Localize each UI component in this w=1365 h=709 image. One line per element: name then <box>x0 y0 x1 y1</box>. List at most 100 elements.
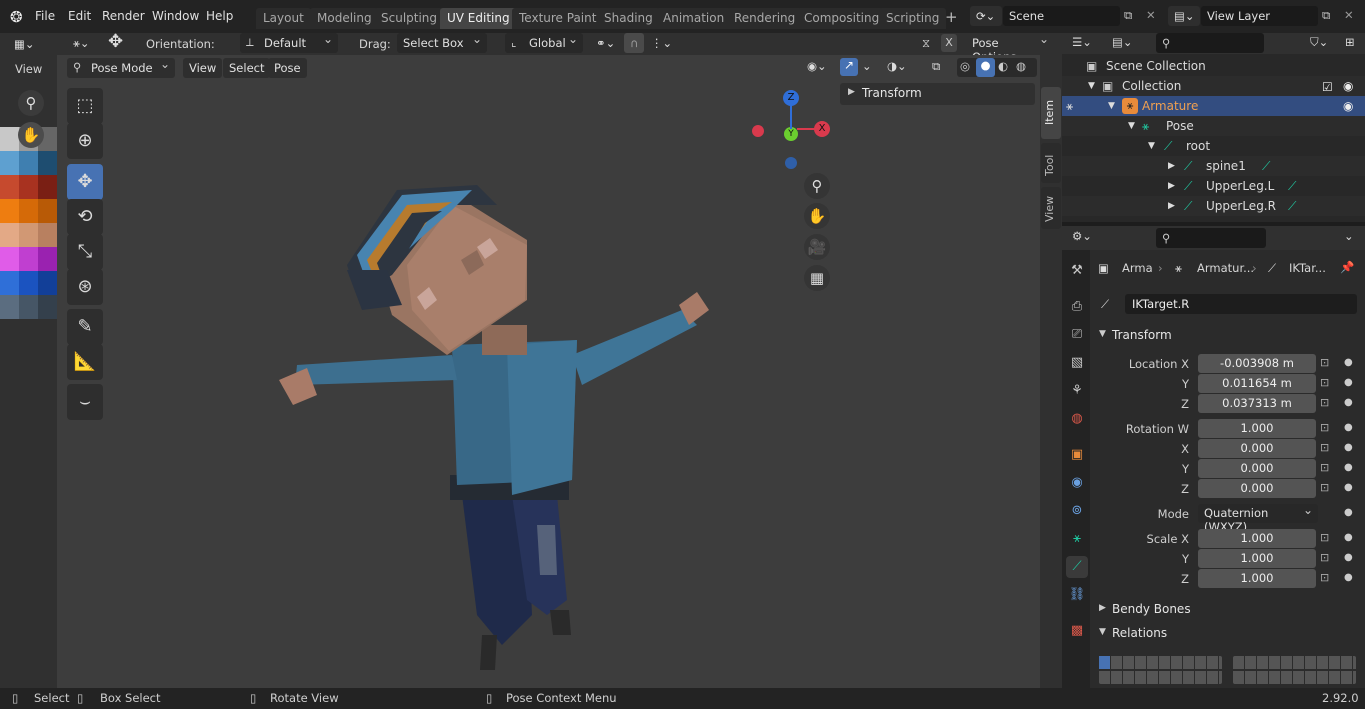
eye-icon[interactable]: ◉ <box>1343 96 1353 116</box>
object-properties-icon[interactable]: ▣ <box>1066 444 1088 466</box>
rotation-w-field[interactable]: 1.000 <box>1198 419 1316 438</box>
location-x-field[interactable]: -0.003908 m <box>1198 354 1316 373</box>
scale-y-field[interactable]: 1.000 <box>1198 549 1316 568</box>
gizmo-neg-x[interactable] <box>752 125 764 137</box>
lock-icon[interactable]: ⊡ <box>1320 376 1329 389</box>
cursor-tool-icon[interactable]: ⊕ <box>67 123 103 159</box>
delete-scene-icon[interactable]: ✕ <box>1146 8 1156 22</box>
keyframe-dot-icon[interactable]: ● <box>1344 532 1353 543</box>
lock-icon[interactable]: ⊡ <box>1320 441 1329 454</box>
copy-view-layer-icon[interactable]: ⧉ <box>1322 8 1330 23</box>
tab-modeling[interactable]: Modeling <box>310 8 379 29</box>
add-workspace-icon[interactable]: + <box>945 8 958 26</box>
outliner-upperleg-l[interactable]: ▶ ⟋ UpperLeg.L ⟋ <box>1062 176 1365 196</box>
active-bone-layer[interactable] <box>1099 656 1110 669</box>
scale-tool-icon[interactable]: ⤡ <box>67 234 103 270</box>
zoom-icon[interactable]: ⚲ <box>18 90 44 116</box>
outliner-armature[interactable]: ⚹ ▼ ⚹ Armature ◉ <box>1062 96 1365 116</box>
viewport-view-menu[interactable]: View <box>183 58 223 78</box>
eye-icon[interactable]: ◉ <box>1343 76 1353 96</box>
keyframe-dot-icon[interactable]: ● <box>1344 422 1353 433</box>
render-properties-icon[interactable]: ⎙ <box>1066 296 1088 318</box>
snap-icon[interactable]: ∩ <box>624 33 644 53</box>
tool-icon-dropdown[interactable]: ⚹⌄ <box>67 33 97 53</box>
scene-properties-icon[interactable]: ⚘ <box>1066 380 1088 402</box>
scene-selector-icon[interactable]: ⟳⌄ <box>970 6 1002 26</box>
properties-options-icon[interactable]: ⌄ <box>1344 229 1354 243</box>
bone-layers-grid-left[interactable] <box>1099 656 1222 684</box>
overlays-icon[interactable]: ◑⌄ <box>887 59 907 73</box>
gizmo-toggle-icon[interactable]: ↗ <box>840 58 858 76</box>
lock-icon[interactable]: ⊡ <box>1320 356 1329 369</box>
checkbox-icon[interactable]: ☑ <box>1322 77 1333 97</box>
3d-viewport[interactable]: ⚲ Pose Mode View Select Pose ◉⌄ ↗ ⌄ ◑⌄ ⧉… <box>57 55 1040 688</box>
lock-icon[interactable]: ⊡ <box>1320 461 1329 474</box>
pose-options-dropdown[interactable]: Pose Options <box>966 32 1054 64</box>
keyframe-dot-icon[interactable]: ● <box>1344 552 1353 563</box>
annotate-tool-icon[interactable]: ✎ <box>67 309 103 345</box>
outliner-pose[interactable]: ▼ ⚹ Pose <box>1062 116 1365 136</box>
gizmo-dropdown-icon[interactable]: ⌄ <box>862 59 872 73</box>
tab-item[interactable]: Item <box>1041 87 1061 139</box>
keyframe-dot-icon[interactable]: ● <box>1344 572 1353 583</box>
mirror-icon[interactable]: ⧖ <box>922 36 930 51</box>
lock-icon[interactable]: ⊡ <box>1320 481 1329 494</box>
visibility-eye-icon[interactable]: ◉⌄ <box>807 59 827 73</box>
bone-constraint-icon[interactable]: ⛓ <box>1066 584 1088 606</box>
lock-icon[interactable]: ⊡ <box>1320 531 1329 544</box>
viewport-pan-icon[interactable]: ✋ <box>804 203 830 229</box>
menu-file[interactable]: File <box>35 9 55 23</box>
tab-compositing[interactable]: Compositing <box>797 8 887 29</box>
outliner-spine1[interactable]: ▶ ⟋ spine1 ⟋ <box>1062 156 1365 176</box>
rotation-x-field[interactable]: 0.000 <box>1198 439 1316 458</box>
tool-properties-icon[interactable]: ⚒ <box>1066 260 1088 282</box>
menu-edit[interactable]: Edit <box>68 9 91 23</box>
tab-layout[interactable]: Layout <box>256 8 311 29</box>
tab-animation[interactable]: Animation <box>656 8 732 29</box>
keyframe-dot-icon[interactable]: ● <box>1344 507 1353 518</box>
transform-space-dropdown[interactable]: ⌞ Global <box>505 32 583 53</box>
scene-name-field[interactable]: Scene <box>1003 6 1120 26</box>
select-box-tool-icon[interactable]: ⬚ <box>67 88 103 124</box>
sidebar-transform-panel[interactable]: ▶ Transform <box>840 83 1035 105</box>
object-data-properties-icon[interactable]: ⚹ <box>1066 528 1088 550</box>
x-mirror-button[interactable]: X <box>941 34 957 52</box>
viewport-pose-menu[interactable]: Pose <box>268 58 307 78</box>
rotate-tool-icon[interactable]: ⟲ <box>67 199 103 235</box>
snap-target-icon[interactable]: ⋮⌄ <box>645 33 677 53</box>
bone-name-field[interactable]: IKTarget.R <box>1125 294 1357 314</box>
blender-logo-icon[interactable]: ❂ <box>10 8 23 26</box>
perspective-toggle-icon[interactable]: ▦ <box>804 265 830 291</box>
material-shading-icon[interactable]: ◐ <box>998 59 1008 73</box>
left-panel-view-menu[interactable]: View <box>15 62 42 76</box>
lock-icon[interactable]: ⊡ <box>1320 421 1329 434</box>
physics-properties-icon[interactable]: ⊚ <box>1066 500 1088 522</box>
outliner-scene-collection[interactable]: ▣ Scene Collection <box>1062 56 1365 76</box>
delete-view-layer-icon[interactable]: ✕ <box>1344 8 1354 22</box>
pan-hand-icon[interactable]: ✋ <box>18 122 44 148</box>
keyframe-dot-icon[interactable]: ● <box>1344 377 1353 388</box>
outliner-root[interactable]: ▼ ⟋ root <box>1062 136 1365 156</box>
pose-relax-tool-icon[interactable]: ⌣ <box>67 384 103 420</box>
keyframe-dot-icon[interactable]: ● <box>1344 482 1353 493</box>
outliner-collection[interactable]: ▼ ▣ Collection ☑ ◉ <box>1062 76 1365 96</box>
pivot-point-icon[interactable]: ⚭⌄ <box>590 33 620 53</box>
tab-texture-paint[interactable]: Texture Paint <box>512 8 604 29</box>
bendy-bones-panel-header[interactable]: ▶ Bendy Bones <box>1092 599 1363 619</box>
keyframe-dot-icon[interactable]: ● <box>1344 397 1353 408</box>
rotation-mode-dropdown[interactable]: Quaternion (WXYZ) <box>1198 503 1318 534</box>
tab-uv-editing[interactable]: UV Editing <box>440 8 517 29</box>
gizmo-z-axis[interactable]: Z <box>783 90 799 106</box>
viewport-select-menu[interactable]: Select <box>223 58 271 78</box>
wireframe-shading-icon[interactable]: ◎ <box>960 59 970 73</box>
tab-sculpting[interactable]: Sculpting <box>374 8 445 29</box>
world-properties-icon[interactable]: ◍ <box>1066 408 1088 430</box>
camera-view-icon[interactable]: 🎥 <box>804 234 830 260</box>
view-layer-field[interactable]: View Layer <box>1201 6 1318 26</box>
menu-window[interactable]: Window <box>152 9 199 23</box>
tab-tool[interactable]: Tool <box>1041 143 1061 183</box>
texture-properties-icon[interactable]: ▩ <box>1066 620 1088 642</box>
keyframe-dot-icon[interactable]: ● <box>1344 462 1353 473</box>
outliner-search-icon[interactable]: ⚲ <box>1156 33 1264 53</box>
location-z-field[interactable]: 0.037313 m <box>1198 394 1316 413</box>
